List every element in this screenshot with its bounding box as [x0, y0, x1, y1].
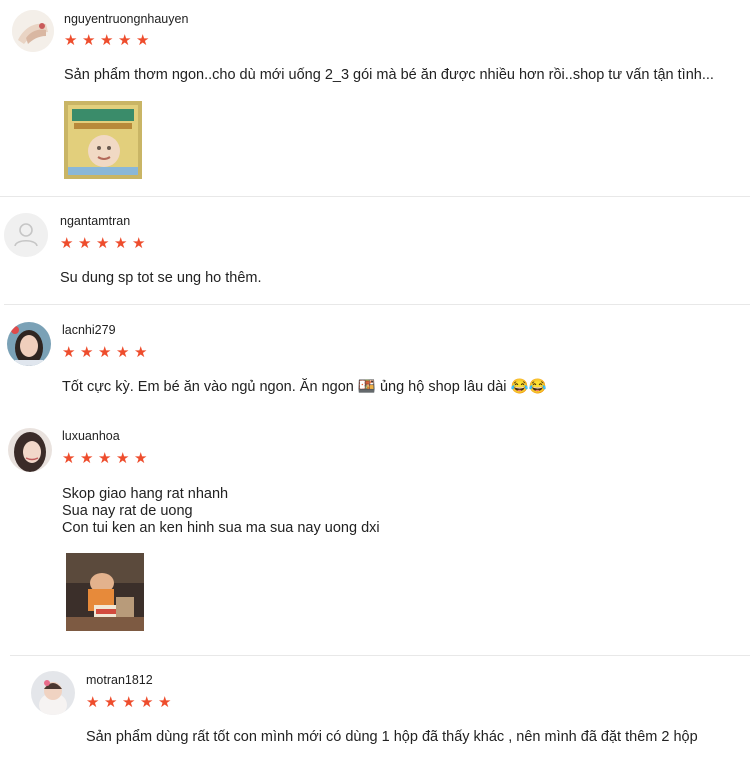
username[interactable]: motran1812	[86, 673, 153, 687]
star-icon: ★	[86, 694, 101, 711]
username[interactable]: nguyentruongnhauyen	[64, 12, 188, 26]
star-icon: ★	[114, 235, 129, 252]
star-icon: ★	[62, 344, 77, 361]
review-photo[interactable]	[64, 101, 142, 179]
star-icon: ★	[136, 32, 151, 49]
review-photo[interactable]	[66, 553, 144, 631]
review-text: Su dung sp tot se ung ho thêm.	[60, 270, 262, 286]
review-text: Sản phẩm thơm ngon..cho dù mới uống 2_3 …	[64, 67, 714, 83]
star-icon: ★	[118, 32, 133, 49]
rating-stars: ★ ★ ★ ★ ★	[60, 236, 150, 251]
star-icon: ★	[60, 235, 75, 252]
username[interactable]: lacnhi279	[62, 323, 116, 337]
star-icon: ★	[140, 694, 155, 711]
rating-stars: ★ ★ ★ ★ ★	[62, 345, 152, 360]
default-user-icon	[4, 213, 48, 257]
star-icon: ★	[104, 694, 119, 711]
star-icon: ★	[64, 32, 79, 49]
divider	[4, 304, 750, 305]
star-icon: ★	[134, 450, 149, 467]
star-icon: ★	[96, 235, 111, 252]
star-icon: ★	[62, 450, 77, 467]
star-icon: ★	[158, 694, 173, 711]
username[interactable]: ngantamtran	[60, 214, 130, 228]
star-icon: ★	[116, 344, 131, 361]
avatar[interactable]	[8, 428, 52, 472]
star-icon: ★	[122, 694, 137, 711]
review-text: Tốt cực kỳ. Em bé ăn vào ngủ ngon. Ăn ng…	[62, 379, 547, 395]
divider	[10, 655, 750, 656]
star-icon: ★	[134, 344, 149, 361]
avatar[interactable]	[31, 671, 75, 715]
star-icon: ★	[98, 450, 113, 467]
avatar[interactable]	[7, 322, 51, 366]
review-text: Skop giao hang rat nhanh Sua nay rat de …	[62, 486, 380, 536]
star-icon: ★	[100, 32, 115, 49]
avatar[interactable]	[4, 213, 48, 257]
star-icon: ★	[132, 235, 147, 252]
star-icon: ★	[116, 450, 131, 467]
star-icon: ★	[80, 344, 95, 361]
avatar[interactable]	[12, 10, 54, 52]
review-text: Sản phẩm dùng rất tốt con mình mới có dù…	[86, 729, 698, 745]
username[interactable]: luxuanhoa	[62, 429, 120, 443]
rating-stars: ★ ★ ★ ★ ★	[62, 451, 152, 466]
star-icon: ★	[82, 32, 97, 49]
rating-stars: ★ ★ ★ ★ ★	[64, 33, 154, 48]
star-icon: ★	[80, 450, 95, 467]
rating-stars: ★ ★ ★ ★ ★	[86, 695, 176, 710]
star-icon: ★	[98, 344, 113, 361]
divider	[0, 196, 750, 197]
star-icon: ★	[78, 235, 93, 252]
